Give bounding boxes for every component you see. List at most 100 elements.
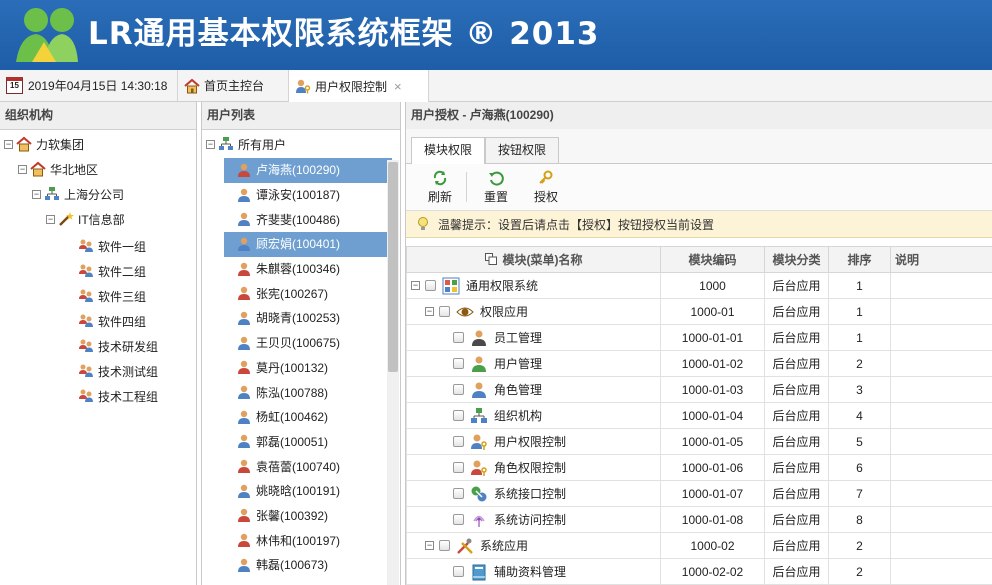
- refresh-button[interactable]: 刷新: [422, 168, 458, 205]
- col-category-header[interactable]: 模块分类: [764, 246, 829, 273]
- user-list-item[interactable]: 姚晓晗(100191): [224, 479, 392, 504]
- module-table-body: − 通用权限系统 1000 后台应用 1− 权限应用 1000-01 后台应用 1 员工管理 100…: [406, 272, 992, 585]
- org-node-region[interactable]: − 华北地区: [18, 159, 98, 179]
- col-order-header[interactable]: 排序: [828, 246, 891, 273]
- module-order-cell: 2: [828, 558, 891, 585]
- user-list-item[interactable]: 朱麒蓉(100346): [224, 257, 392, 282]
- org-node-team[interactable]: 软件一组: [78, 236, 146, 256]
- tab-button-permission[interactable]: 按钮权限: [485, 137, 560, 163]
- eye-icon: [456, 307, 474, 316]
- org-node-label: 软件一组: [98, 239, 147, 254]
- user-list-item[interactable]: 袁蓓蕾(100740): [224, 454, 392, 479]
- grant-button[interactable]: 授权: [528, 168, 564, 205]
- table-row[interactable]: 系统访问控制 1000-01-08 后台应用 8: [406, 506, 992, 533]
- scrollbar-thumb[interactable]: [388, 162, 398, 372]
- table-row[interactable]: 员工管理 1000-01-01 后台应用 1: [406, 324, 992, 351]
- module-checkbox[interactable]: [453, 384, 464, 395]
- table-row[interactable]: 辅助资料管理 1000-02-02 后台应用 2: [406, 558, 992, 585]
- module-name: 角色管理: [494, 383, 543, 397]
- org-node-label: 软件四组: [98, 314, 147, 329]
- table-row[interactable]: 角色管理 1000-01-03 后台应用 3: [406, 376, 992, 403]
- module-checkbox[interactable]: [453, 436, 464, 447]
- collapse-icon[interactable]: −: [411, 281, 420, 290]
- user-list-item[interactable]: 张宪(100267): [224, 281, 392, 306]
- user-list-item[interactable]: 卢海燕(100290): [224, 158, 392, 183]
- user-list-item[interactable]: 莫丹(100132): [224, 356, 392, 381]
- org-node-dept[interactable]: − IT信息部: [46, 209, 125, 229]
- module-checkbox[interactable]: [453, 358, 464, 369]
- org-node-branch[interactable]: − 上海分公司: [32, 184, 124, 204]
- user-icon: [238, 435, 250, 449]
- table-row[interactable]: − 通用权限系统 1000 后台应用 1: [406, 272, 992, 299]
- table-row[interactable]: 用户权限控制 1000-01-05 后台应用 5: [406, 428, 992, 455]
- user-list-item[interactable]: 谭泳安(100187): [224, 183, 392, 208]
- col-desc-header[interactable]: 说明: [890, 246, 992, 273]
- module-checkbox[interactable]: [453, 332, 464, 343]
- user-name: 谭泳安(100187): [256, 188, 341, 203]
- table-row[interactable]: − 权限应用 1000-01 后台应用 1: [406, 298, 992, 325]
- user-list-item[interactable]: 郭磊(100051): [224, 430, 392, 455]
- role-icon: [472, 382, 486, 398]
- user-list-item[interactable]: 张馨(100392): [224, 504, 392, 529]
- user-list-item[interactable]: 顾宏娟(100401): [224, 232, 392, 257]
- group-icon: [79, 289, 93, 302]
- user-list-item[interactable]: 杨虹(100462): [224, 405, 392, 430]
- org-node-team[interactable]: 技术研发组: [78, 336, 158, 356]
- user-list-item[interactable]: 胡晓青(100253): [224, 306, 392, 331]
- table-row[interactable]: − 系统应用 1000-02 后台应用 2: [406, 532, 992, 559]
- tab-user-permission[interactable]: 用户权限控制 ×: [289, 70, 429, 102]
- module-desc-cell: [890, 454, 992, 481]
- collapse-icon[interactable]: −: [32, 189, 41, 199]
- group-icon: [79, 239, 93, 252]
- collapse-icon[interactable]: −: [18, 164, 27, 174]
- main-panel-title: 用户授权 - 卢海燕(100290): [406, 102, 992, 130]
- user-root-node[interactable]: − 所有用户: [206, 134, 286, 154]
- group-icon: [79, 339, 93, 352]
- col-name-header[interactable]: 模块(菜单)名称: [406, 246, 661, 273]
- org-node-team[interactable]: 技术测试组: [78, 361, 158, 381]
- module-checkbox[interactable]: [439, 306, 450, 317]
- interface-icon: [471, 486, 487, 501]
- module-desc-cell: [890, 324, 992, 351]
- tab-home[interactable]: 首页主控台: [178, 70, 289, 101]
- user-list-scrollbar[interactable]: [387, 160, 399, 585]
- org-node-team[interactable]: 软件三组: [78, 286, 146, 306]
- col-code-header[interactable]: 模块编码: [660, 246, 765, 273]
- user-list-item[interactable]: 陈泓(100788): [224, 380, 392, 405]
- tab-module-permission[interactable]: 模块权限: [411, 137, 486, 164]
- module-checkbox[interactable]: [425, 280, 436, 291]
- module-checkbox[interactable]: [453, 566, 464, 577]
- module-checkbox[interactable]: [453, 410, 464, 421]
- collapse-icon[interactable]: −: [46, 214, 55, 224]
- module-checkbox[interactable]: [453, 514, 464, 525]
- table-row[interactable]: 用户管理 1000-01-02 后台应用 2: [406, 350, 992, 377]
- module-checkbox[interactable]: [453, 488, 464, 499]
- user-name: 卢海燕(100290): [256, 163, 341, 178]
- org-node-label: 技术研发组: [98, 339, 159, 354]
- org-node-team[interactable]: 技术工程组: [78, 386, 158, 406]
- user-list-item[interactable]: 王贝贝(100675): [224, 331, 392, 356]
- group-icon: [79, 264, 93, 277]
- module-order-cell: 1: [828, 272, 891, 299]
- collapse-icon[interactable]: −: [425, 307, 434, 316]
- collapse-icon[interactable]: −: [4, 139, 13, 149]
- module-name-cell: − 系统应用: [406, 532, 661, 559]
- collapse-icon[interactable]: −: [206, 139, 215, 149]
- user-list-item[interactable]: 林伟和(100197): [224, 528, 392, 553]
- module-name-cell: 角色管理: [406, 376, 661, 403]
- user-list-item[interactable]: 韩磊(100673): [224, 553, 392, 578]
- reset-icon: [489, 171, 504, 186]
- close-icon[interactable]: ×: [394, 79, 402, 94]
- user-list-item[interactable]: 齐斐斐(100486): [224, 207, 392, 232]
- reset-button[interactable]: 重置: [478, 168, 514, 205]
- org-node-group[interactable]: − 力软集团: [4, 134, 84, 154]
- org-node-team[interactable]: 软件二组: [78, 261, 146, 281]
- module-checkbox[interactable]: [453, 462, 464, 473]
- module-checkbox[interactable]: [439, 540, 450, 551]
- module-name-cell: 员工管理: [406, 324, 661, 351]
- table-row[interactable]: 系统接口控制 1000-01-07 后台应用 7: [406, 480, 992, 507]
- table-row[interactable]: 角色权限控制 1000-01-06 后台应用 6: [406, 454, 992, 481]
- collapse-icon[interactable]: −: [425, 541, 434, 550]
- org-node-team[interactable]: 软件四组: [78, 311, 146, 331]
- table-row[interactable]: 组织机构 1000-01-04 后台应用 4: [406, 402, 992, 429]
